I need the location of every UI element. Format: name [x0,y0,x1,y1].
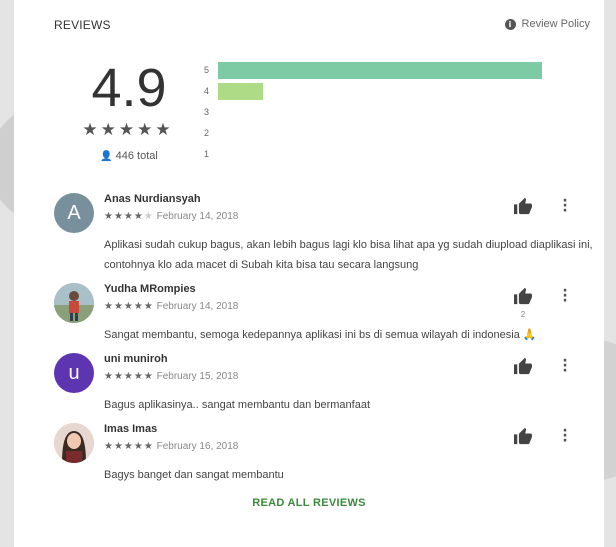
thumbs-up-button[interactable] [512,357,534,380]
avatar[interactable]: A [54,193,94,233]
avatar-photo [54,283,94,323]
read-all-reviews-button[interactable]: READ ALL REVIEWS [14,497,604,509]
review-text: Bagys banget dan sangat membantu [104,469,284,481]
review-meta: ★★★★★ February 14, 2018 [104,211,238,222]
review-date: February 14, 2018 [156,301,239,312]
info-icon: i [504,18,516,30]
histogram-bar [218,83,263,100]
review-date: February 16, 2018 [156,441,239,452]
like-count: 2 [520,310,526,319]
avatar[interactable] [54,423,94,463]
histogram-label: 1 [204,149,210,159]
reviewer-name[interactable]: Yudha MRompies [104,283,196,295]
histogram-row-1: 1 [204,146,574,163]
more-vert-icon[interactable]: · · · [560,354,570,378]
review-text: Bagus aplikasinya.. sangat membantu dan … [104,399,370,411]
review-stars: ★★★★★ [104,211,154,222]
more-vert-icon[interactable]: · · · [560,284,570,308]
more-vert-icon[interactable]: · · · [560,194,570,218]
avatar[interactable] [54,283,94,323]
total-ratings: 👤 446 total [74,150,184,162]
review-text: Aplikasi sudah cukup bagus, akan lebih b… [104,239,593,271]
average-score: 4.9 [91,58,167,118]
avatar-photo [54,423,94,463]
thumbs-up-button[interactable] [512,197,534,220]
reviewer-name[interactable]: uni muniroh [104,353,168,365]
review-meta: ★★★★★ February 16, 2018 [104,441,238,452]
thumbs-up-button[interactable]: 2 [512,287,534,319]
thumbs-up-icon [514,287,532,305]
histogram-row-2: 2 [204,125,574,142]
thumbs-up-button[interactable] [512,427,534,450]
review-stars: ★★★★★ [104,371,154,382]
total-ratings-label: 446 total [115,150,158,162]
reviewer-name[interactable]: Imas Imas [104,423,157,435]
review-text: Sangat membantu, semoga kedepannya aplik… [104,329,537,341]
thumbs-up-icon [514,197,532,215]
review-stars: ★★★★★ [104,441,154,452]
histogram-label: 2 [204,128,210,138]
thumbs-up-icon [514,427,532,445]
review-meta: ★★★★★ February 15, 2018 [104,371,238,382]
review-item: Imas Imas ★★★★★ February 16, 2018 Bagys … [54,423,604,485]
review-date: February 15, 2018 [156,371,239,382]
review-date: February 14, 2018 [156,211,239,222]
reviewer-name[interactable]: Anas Nurdiansyah [104,193,201,205]
histogram-label: 3 [204,107,210,117]
thumbs-up-icon [514,357,532,375]
review-item: u uni muniroh ★★★★★ February 15, 2018 Ba… [54,353,604,415]
avatar[interactable]: u [54,353,94,393]
person-icon: 👤 [100,150,113,162]
review-item: A Anas Nurdiansyah ★★★★★ February 14, 20… [54,193,604,275]
reviews-card: REVIEWS i Review Policy 4.9 ★★★★★ 👤 446 … [14,0,604,547]
more-vert-icon[interactable]: · · · [560,424,570,448]
average-stars: ★★★★★ [82,120,174,140]
review-item: Yudha MRompies ★★★★★ February 14, 2018 S… [54,283,604,345]
histogram-row-4: 4 [204,83,574,100]
histogram-label: 5 [204,65,210,75]
review-meta: ★★★★★ February 14, 2018 [104,301,238,312]
histogram-row-3: 3 [204,104,574,121]
histogram-bar [218,62,542,79]
rating-histogram: 5 4 3 2 1 [204,62,574,172]
review-policy-link[interactable]: i Review Policy [504,18,590,30]
histogram-label: 4 [204,86,210,96]
histogram-row-5: 5 [204,62,574,79]
review-policy-label: Review Policy [521,18,590,30]
review-stars: ★★★★★ [104,301,154,312]
section-title: REVIEWS [54,18,111,32]
